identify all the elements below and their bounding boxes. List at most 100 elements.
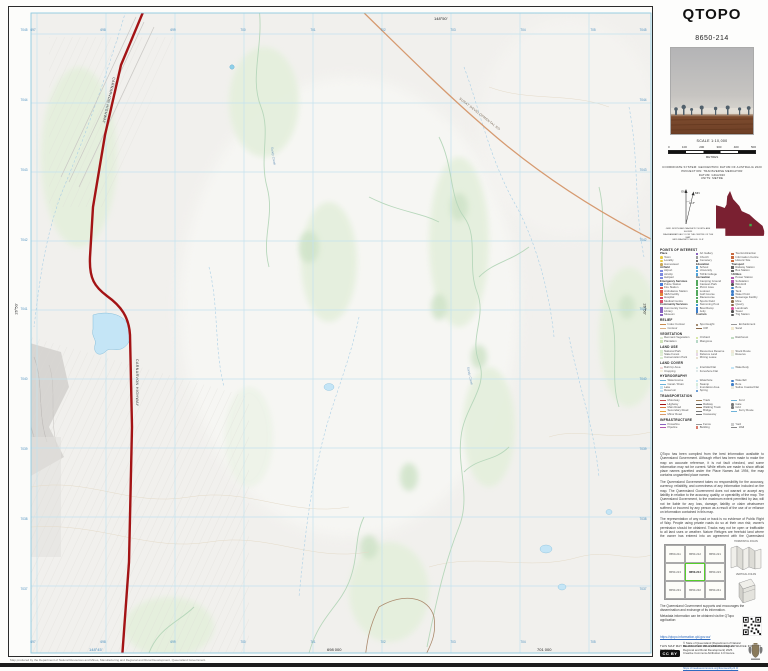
state-outline <box>716 190 765 236</box>
adjoining-map-cell[interactable]: 8650-211 <box>665 545 685 563</box>
legend-item-label: Minor Road <box>667 412 682 416</box>
legend-swatch <box>695 296 699 300</box>
legend-section-title: INFRASTRUCTURE <box>660 417 693 422</box>
legend-swatch <box>695 369 699 373</box>
qtopo-app-link[interactable]: https://qtopo.information.qld.gov.au/ <box>660 635 710 639</box>
bottom-grid-label: 698 000 <box>327 647 342 652</box>
legend-swatch <box>695 383 699 386</box>
legend-swatch <box>695 366 699 370</box>
legend-section: POINTS OF INTEREST Place Town Locality H… <box>660 248 764 317</box>
legend-swatch <box>731 279 734 283</box>
fold-caption-1: HORIZONTAL FOLDS <box>734 540 758 543</box>
adjoining-maps-grid: 8650-211 8650-212 8650-221 8650-213 8650… <box>664 544 726 600</box>
left-latitude-label: 26°50' <box>13 303 19 315</box>
legend-item-label: Causeway <box>703 412 717 416</box>
legend-swatch <box>695 379 699 383</box>
legend-swatch <box>731 422 734 426</box>
marginalia-panel: QTOPO 8650-214 SCALE 1:10,000 0 100 200 … <box>656 0 768 670</box>
legend-swatch <box>731 353 734 356</box>
legend-items: Watercourse Canal / Drain Lake Reservoir <box>660 379 764 393</box>
legend-swatch <box>731 266 734 269</box>
disclaimer-block: QTopo has been compiled from the best in… <box>660 452 764 538</box>
adjoining-maps: 8650-211 8650-212 8650-221 8650-213 8650… <box>662 540 766 603</box>
legend-item-label: Cliff <box>703 326 708 330</box>
legend-items: Powerline Pipeline Fence Building Yard W… <box>660 423 764 430</box>
legend-items: Index Contour Contour Spot Height Cliff <box>660 323 764 330</box>
adjoining-map-number: 8650-223 <box>709 570 721 574</box>
sheet-number: 8650-214 <box>695 35 729 42</box>
legend-item: Contour <box>660 327 693 330</box>
legend-swatch <box>695 300 699 303</box>
legend-item: Mangrove <box>695 339 729 343</box>
adjoining-map-number: 8650-241 <box>709 588 721 592</box>
disclaimer-paragraph: QTopo has been compiled from the best in… <box>660 452 764 478</box>
legend-swatch <box>731 410 738 412</box>
legend-swatch <box>731 296 734 300</box>
scale-tick: 200 <box>699 145 705 149</box>
road-name-label-2: CARNARVON HIGHWAY <box>135 359 139 407</box>
adjoining-map-cell[interactable]: 8650-212 <box>685 545 705 563</box>
legend-item-label: Tourism <box>695 313 707 317</box>
legend-item: Wall <box>731 426 764 429</box>
adjoining-map-cell[interactable]: 8650-221 <box>705 545 725 563</box>
adjoining-map-number: 8650-214 <box>689 570 701 574</box>
legend-swatch <box>695 327 702 329</box>
legend-swatch <box>695 256 699 259</box>
legend-items: Built Up Area Cropping Intertidal Flat F… <box>660 366 764 373</box>
legend-item: Trig Station <box>731 313 764 317</box>
water-point-icon <box>229 64 235 70</box>
adjoining-map-cell[interactable]: 8650-232 <box>685 581 705 599</box>
adjoining-map-cell[interactable]: 8650-231 <box>665 581 685 599</box>
qld-government-crest <box>748 643 763 660</box>
projection-info: COORDINATE SYSTEM: GEOCENTRIC DATUM OF A… <box>656 165 768 181</box>
adjoining-map-cell[interactable]: 8650-223 <box>705 563 725 581</box>
legend-swatch <box>695 290 699 293</box>
legend-swatch <box>660 349 663 353</box>
legend-swatch <box>695 286 699 290</box>
topographic-map: CARNARVON HIGHWAY CARNARVON HIGHWAY SURA… <box>30 12 652 654</box>
legend-swatch <box>695 293 699 297</box>
svg-text:10.8°: 10.8° <box>689 201 695 205</box>
scale-tick: 0 <box>668 145 670 149</box>
legend-swatch <box>660 313 663 317</box>
legend-item: Causeway <box>695 412 729 416</box>
legend-swatch <box>731 290 734 293</box>
legend-item-label: Trig Station <box>735 313 750 317</box>
legend-item: Ferry Route <box>731 409 764 412</box>
legend-swatch <box>660 273 663 276</box>
svg-text:MN: MN <box>695 191 700 195</box>
legend-swatch <box>695 279 699 283</box>
adjoining-map-cell[interactable]: 8650-213 <box>665 563 685 581</box>
legend-item-label: Rainforest <box>735 336 749 340</box>
scale-bar-segments <box>668 149 756 154</box>
legend-swatch <box>660 380 666 382</box>
page-bottom-bar <box>0 663 768 667</box>
legend-swatch <box>660 296 663 300</box>
legend-swatch <box>731 336 734 340</box>
horizontal-fold-diagram <box>730 545 762 570</box>
legend-item-label: Mining Lease <box>699 356 717 360</box>
legend-swatch <box>695 349 699 353</box>
legend-item-label: Mangrove <box>699 339 713 343</box>
legend-swatch <box>731 256 734 259</box>
legend-swatch <box>695 389 699 393</box>
legend-items: Remnant Vegetation Plantation Orchard Ma… <box>660 336 764 343</box>
cc-licence-link[interactable]: https://creativecommons.org/licenses/by/… <box>683 666 738 670</box>
adjoining-map-cell[interactable]: 8650-241 <box>705 581 725 599</box>
legend-item-label: Saline Coastal Flat <box>735 386 759 390</box>
right-latitude-label: 26°50' <box>642 303 648 315</box>
legend-item: Plantation <box>660 340 693 343</box>
legend-section-title: HYDROGRAPHY <box>660 374 688 379</box>
adjoining-map-number: 8650-231 <box>669 588 681 592</box>
legend-item-label: Reservoir <box>664 389 677 393</box>
adjoining-map-cell[interactable]: 8650-214 <box>685 563 705 581</box>
legend-swatch <box>695 353 699 356</box>
legend-swatch <box>731 303 734 307</box>
legend-swatch <box>660 369 663 373</box>
declination-note-line: GRID MAGNETIC ANGLE: 10.8° <box>672 239 704 242</box>
legend-swatch <box>660 324 666 326</box>
legend-item-label: Building <box>699 425 710 429</box>
qr-code <box>742 616 762 636</box>
legend-swatch <box>660 310 663 314</box>
legend-item: Spring <box>695 389 729 393</box>
